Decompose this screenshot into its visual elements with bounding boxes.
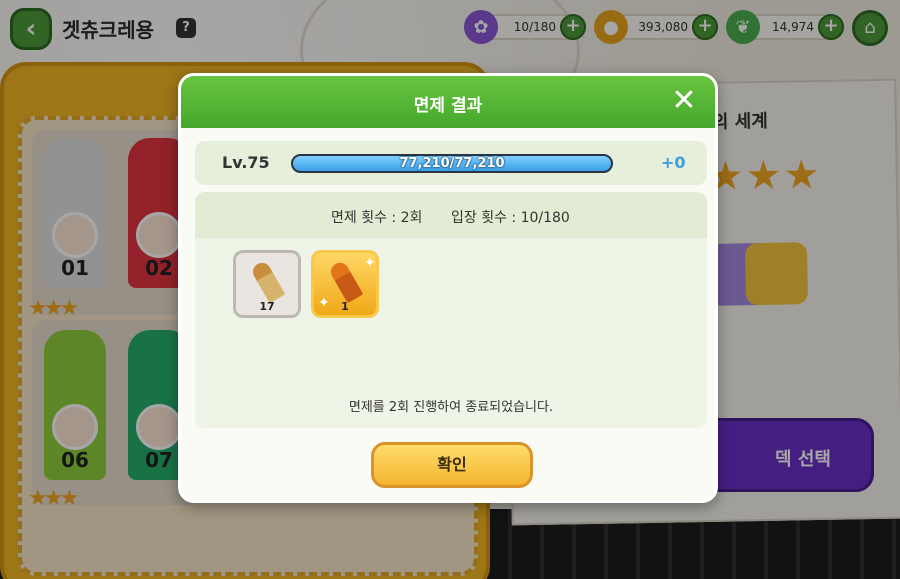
reward-quantity: 1 [341,300,349,313]
reward-item-common[interactable]: 17 [233,250,301,318]
reward-item-rare[interactable]: ✦ ✦ 1 [311,250,379,318]
sweep-count: 면제 횟수 : 2회 [331,210,423,226]
level-label: Lv.75 [222,153,270,172]
modal-title: 면제 결과 [413,96,483,116]
level-row: Lv.75 77,210/77,210 +0 [195,141,707,185]
count-row: 면제 횟수 : 2회 입장 횟수 : 10/180 [195,192,707,238]
xp-text: 77,210/77,210 [399,156,505,171]
xp-gain: +0 [661,153,686,172]
result-info-box: 면제 횟수 : 2회 입장 횟수 : 10/180 17 ✦ ✦ 1 면제를 2… [195,192,707,428]
confirm-button[interactable]: 확인 [371,442,533,488]
modal-header: 면제 결과 ✕ [181,76,715,128]
close-button[interactable]: ✕ [669,86,699,116]
close-icon: ✕ [671,83,697,118]
reward-quantity: 17 [259,300,275,313]
sweep-result-modal: 면제 결과 ✕ Lv.75 77,210/77,210 +0 면제 횟수 : 2… [178,73,718,503]
sparkle-icon: ✦ [364,255,376,271]
result-message: 면제를 2회 진행하여 종료되었습니다. [348,400,554,415]
xp-bar: 77,210/77,210 [291,154,613,173]
entry-count: 입장 횟수 : 10/180 [451,210,570,226]
